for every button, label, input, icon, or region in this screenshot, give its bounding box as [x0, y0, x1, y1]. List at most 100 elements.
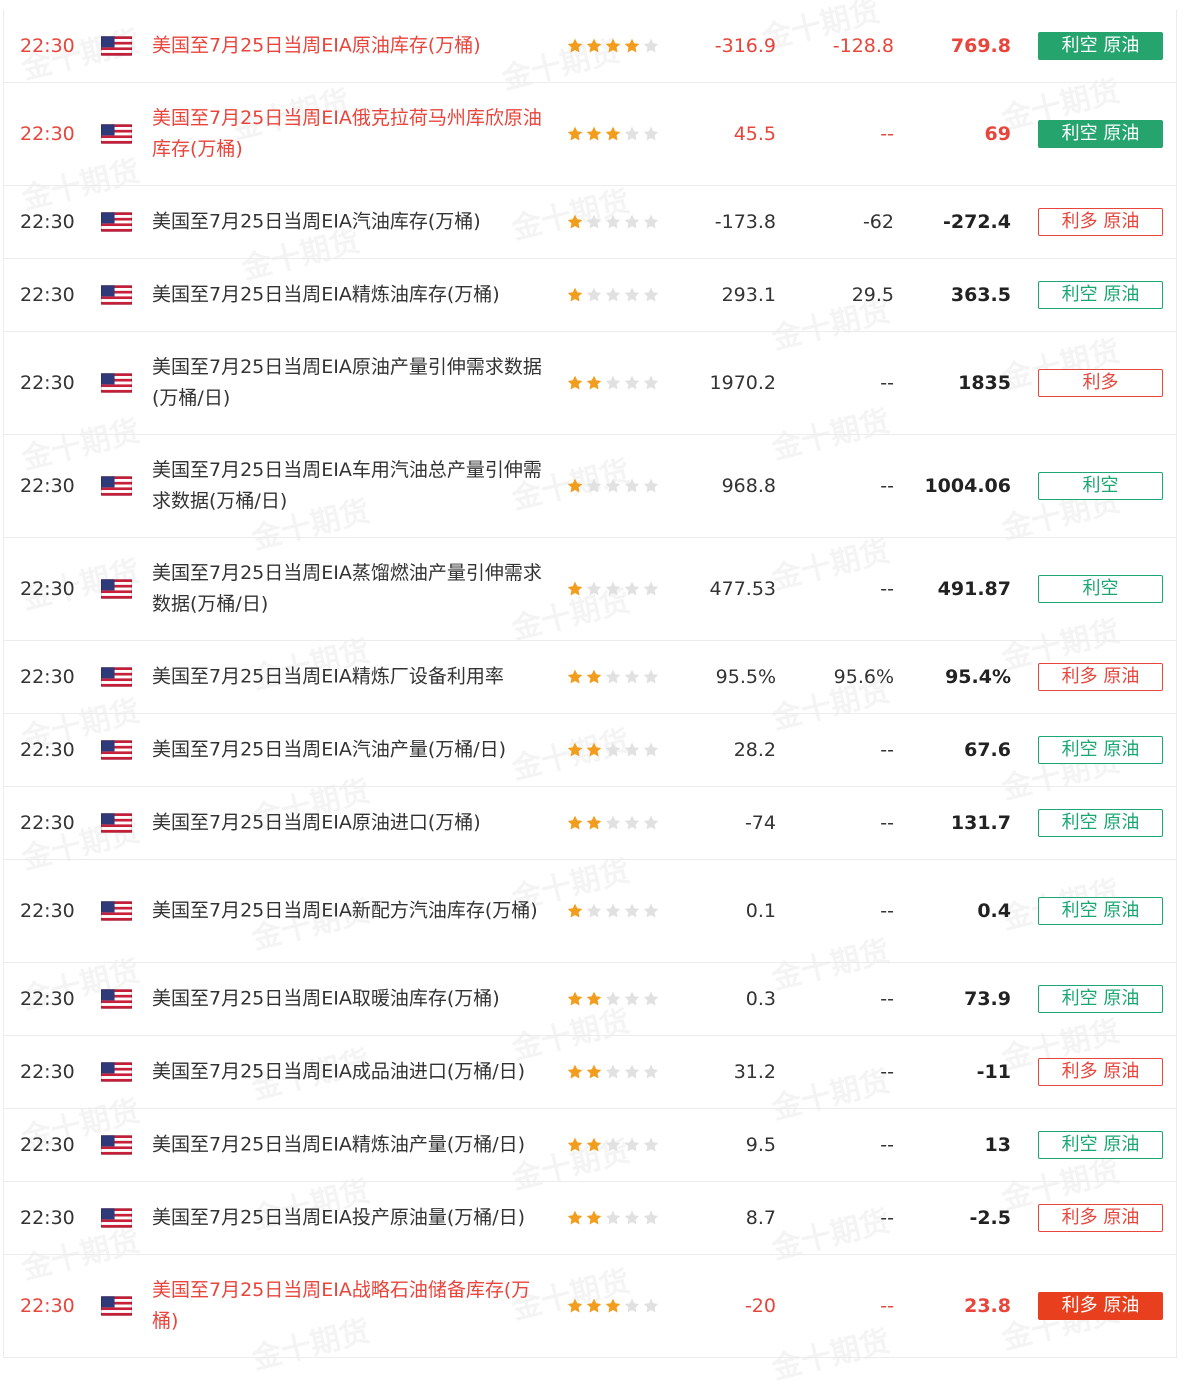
impact-badge[interactable]: 利多 原油 — [1038, 1058, 1163, 1086]
star-empty-icon — [624, 214, 640, 229]
impact-badge[interactable]: 利多 原油 — [1038, 1292, 1163, 1320]
us-flag-icon — [101, 901, 132, 921]
importance-rating — [566, 37, 660, 55]
event-name[interactable]: 美国至7月25日当周EIA原油库存(万桶) — [152, 31, 547, 62]
actual-value: 1835 — [958, 372, 1011, 394]
star-empty-icon — [624, 991, 640, 1006]
impact-badge[interactable]: 利空 — [1038, 575, 1163, 603]
previous-value: 477.53 — [709, 578, 776, 600]
calendar-row[interactable]: 22:30 美国至7月25日当周EIA原油进口(万桶) -74 -- 131.7 利空 原… — [4, 787, 1176, 860]
calendar-row[interactable]: 22:30 美国至7月25日当周EIA原油库存(万桶) -316.9 -128.8 76… — [4, 10, 1176, 83]
event-name[interactable]: 美国至7月25日当周EIA精炼厂设备利用率 — [152, 662, 547, 693]
event-name[interactable]: 美国至7月25日当周EIA原油产量引伸需求数据(万桶/日) — [152, 352, 547, 414]
calendar-row[interactable]: 22:30 美国至7月25日当周EIA新配方汽油库存(万桶) 0.1 -- 0.4 利空 … — [4, 860, 1176, 963]
actual-value: 13 — [984, 1134, 1011, 1156]
impact-badge[interactable]: 利空 原油 — [1038, 985, 1163, 1013]
star-filled-icon — [586, 1210, 602, 1225]
impact-badge[interactable]: 利多 原油 — [1038, 1204, 1163, 1232]
importance-rating — [566, 741, 660, 759]
event-name[interactable]: 美国至7月25日当周EIA精炼油库存(万桶) — [152, 280, 547, 311]
event-name[interactable]: 美国至7月25日当周EIA俄克拉荷马州库欣原油库存(万桶) — [152, 103, 547, 165]
event-name[interactable]: 美国至7月25日当周EIA精炼油产量(万桶/日) — [152, 1130, 547, 1161]
star-empty-icon — [643, 375, 659, 390]
event-name[interactable]: 美国至7月25日当周EIA取暖油库存(万桶) — [152, 984, 547, 1015]
star-empty-icon — [643, 1064, 659, 1079]
calendar-row[interactable]: 22:30 美国至7月25日当周EIA战略石油储备库存(万桶) -20 -- 23.8 利… — [4, 1255, 1176, 1358]
impact-badge[interactable]: 利空 原油 — [1038, 809, 1163, 837]
previous-value: 95.5% — [715, 666, 776, 688]
forecast-value: -- — [880, 988, 894, 1010]
star-empty-icon — [605, 991, 621, 1006]
previous-value: 28.2 — [733, 739, 776, 761]
event-name[interactable]: 美国至7月25日当周EIA投产原油量(万桶/日) — [152, 1203, 547, 1234]
forecast-value: -- — [880, 578, 894, 600]
event-name[interactable]: 美国至7月25日当周EIA汽油库存(万桶) — [152, 207, 547, 238]
importance-rating — [566, 1136, 660, 1154]
event-name[interactable]: 美国至7月25日当周EIA蒸馏燃油产量引伸需求数据(万桶/日) — [152, 558, 547, 620]
actual-value: -11 — [976, 1061, 1011, 1083]
us-flag-icon — [101, 740, 132, 760]
calendar-row[interactable]: 22:30 美国至7月25日当周EIA汽油库存(万桶) -173.8 -62 -272.… — [4, 186, 1176, 259]
impact-badge[interactable]: 利空 原油 — [1038, 32, 1163, 60]
event-name[interactable]: 美国至7月25日当周EIA车用汽油总产量引伸需求数据(万桶/日) — [152, 455, 547, 517]
impact-badge[interactable]: 利空 原油 — [1038, 120, 1163, 148]
event-name[interactable]: 美国至7月25日当周EIA成品油进口(万桶/日) — [152, 1057, 547, 1088]
us-flag-icon — [101, 212, 132, 232]
impact-badge[interactable]: 利空 原油 — [1038, 1131, 1163, 1159]
forecast-value: -- — [880, 1061, 894, 1083]
forecast-value: -- — [880, 1295, 894, 1317]
star-empty-icon — [624, 287, 640, 302]
calendar-row[interactable]: 22:30 美国至7月25日当周EIA投产原油量(万桶/日) 8.7 -- -2.5 利多… — [4, 1182, 1176, 1255]
event-time: 22:30 — [20, 900, 75, 922]
impact-badge[interactable]: 利多 — [1038, 369, 1163, 397]
star-empty-icon — [624, 1210, 640, 1225]
impact-badge[interactable]: 利空 原油 — [1038, 736, 1163, 764]
impact-badge[interactable]: 利空 原油 — [1038, 281, 1163, 309]
event-name[interactable]: 美国至7月25日当周EIA原油进口(万桶) — [152, 808, 547, 839]
event-name[interactable]: 美国至7月25日当周EIA战略石油储备库存(万桶) — [152, 1275, 547, 1337]
star-filled-icon — [586, 1298, 602, 1313]
impact-badge[interactable]: 利空 — [1038, 472, 1163, 500]
star-empty-icon — [624, 903, 640, 918]
calendar-row[interactable]: 22:30 美国至7月25日当周EIA成品油进口(万桶/日) 31.2 -- -11 利多… — [4, 1036, 1176, 1109]
impact-badge[interactable]: 利多 原油 — [1038, 208, 1163, 236]
calendar-row[interactable]: 22:30 美国至7月25日当周EIA精炼油库存(万桶) 293.1 29.5 363.… — [4, 259, 1176, 332]
event-time: 22:30 — [20, 1207, 75, 1229]
forecast-value: -- — [880, 812, 894, 834]
star-empty-icon — [605, 903, 621, 918]
star-filled-icon — [567, 478, 583, 493]
star-filled-icon — [567, 669, 583, 684]
event-name[interactable]: 美国至7月25日当周EIA汽油产量(万桶/日) — [152, 735, 547, 766]
calendar-row[interactable]: 22:30 美国至7月25日当周EIA蒸馏燃油产量引伸需求数据(万桶/日) 477.… — [4, 538, 1176, 641]
calendar-row[interactable]: 22:30 美国至7月25日当周EIA车用汽油总产量引伸需求数据(万桶/日) 968… — [4, 435, 1176, 538]
calendar-row[interactable]: 22:30 美国至7月25日当周EIA精炼油产量(万桶/日) 9.5 -- 13 利空 原… — [4, 1109, 1176, 1182]
forecast-value: 95.6% — [833, 666, 894, 688]
calendar-row[interactable]: 22:30 美国至7月25日当周EIA原油产量引伸需求数据(万桶/日) 1970.2… — [4, 332, 1176, 435]
actual-value: 67.6 — [964, 739, 1011, 761]
star-empty-icon — [643, 1210, 659, 1225]
calendar-row[interactable]: 22:30 美国至7月25日当周EIA取暖油库存(万桶) 0.3 -- 73.9 利空 原… — [4, 963, 1176, 1036]
star-empty-icon — [643, 1298, 659, 1313]
star-empty-icon — [643, 903, 659, 918]
impact-badge[interactable]: 利空 原油 — [1038, 897, 1163, 925]
calendar-row[interactable]: 22:30 美国至7月25日当周EIA俄克拉荷马州库欣原油库存(万桶) 45.5 --… — [4, 83, 1176, 186]
star-filled-icon — [567, 214, 583, 229]
previous-value: -316.9 — [714, 35, 776, 57]
importance-rating — [566, 814, 660, 832]
impact-badge[interactable]: 利多 原油 — [1038, 663, 1163, 691]
forecast-value: -128.8 — [832, 35, 894, 57]
actual-value: 0.4 — [977, 900, 1011, 922]
event-name[interactable]: 美国至7月25日当周EIA新配方汽油库存(万桶) — [152, 896, 547, 927]
previous-value: 8.7 — [745, 1207, 776, 1229]
actual-value: -272.4 — [943, 211, 1011, 233]
star-empty-icon — [643, 126, 659, 141]
star-empty-icon — [643, 669, 659, 684]
event-time: 22:30 — [20, 372, 75, 394]
forecast-value: -62 — [862, 211, 894, 233]
calendar-row[interactable]: 22:30 美国至7月25日当周EIA精炼厂设备利用率 95.5% 95.6% 95.4… — [4, 641, 1176, 714]
star-empty-icon — [643, 742, 659, 757]
actual-value: 363.5 — [950, 284, 1011, 306]
star-filled-icon — [586, 375, 602, 390]
calendar-row[interactable]: 22:30 美国至7月25日当周EIA汽油产量(万桶/日) 28.2 -- 67.6 利空… — [4, 714, 1176, 787]
forecast-value: -- — [880, 123, 894, 145]
